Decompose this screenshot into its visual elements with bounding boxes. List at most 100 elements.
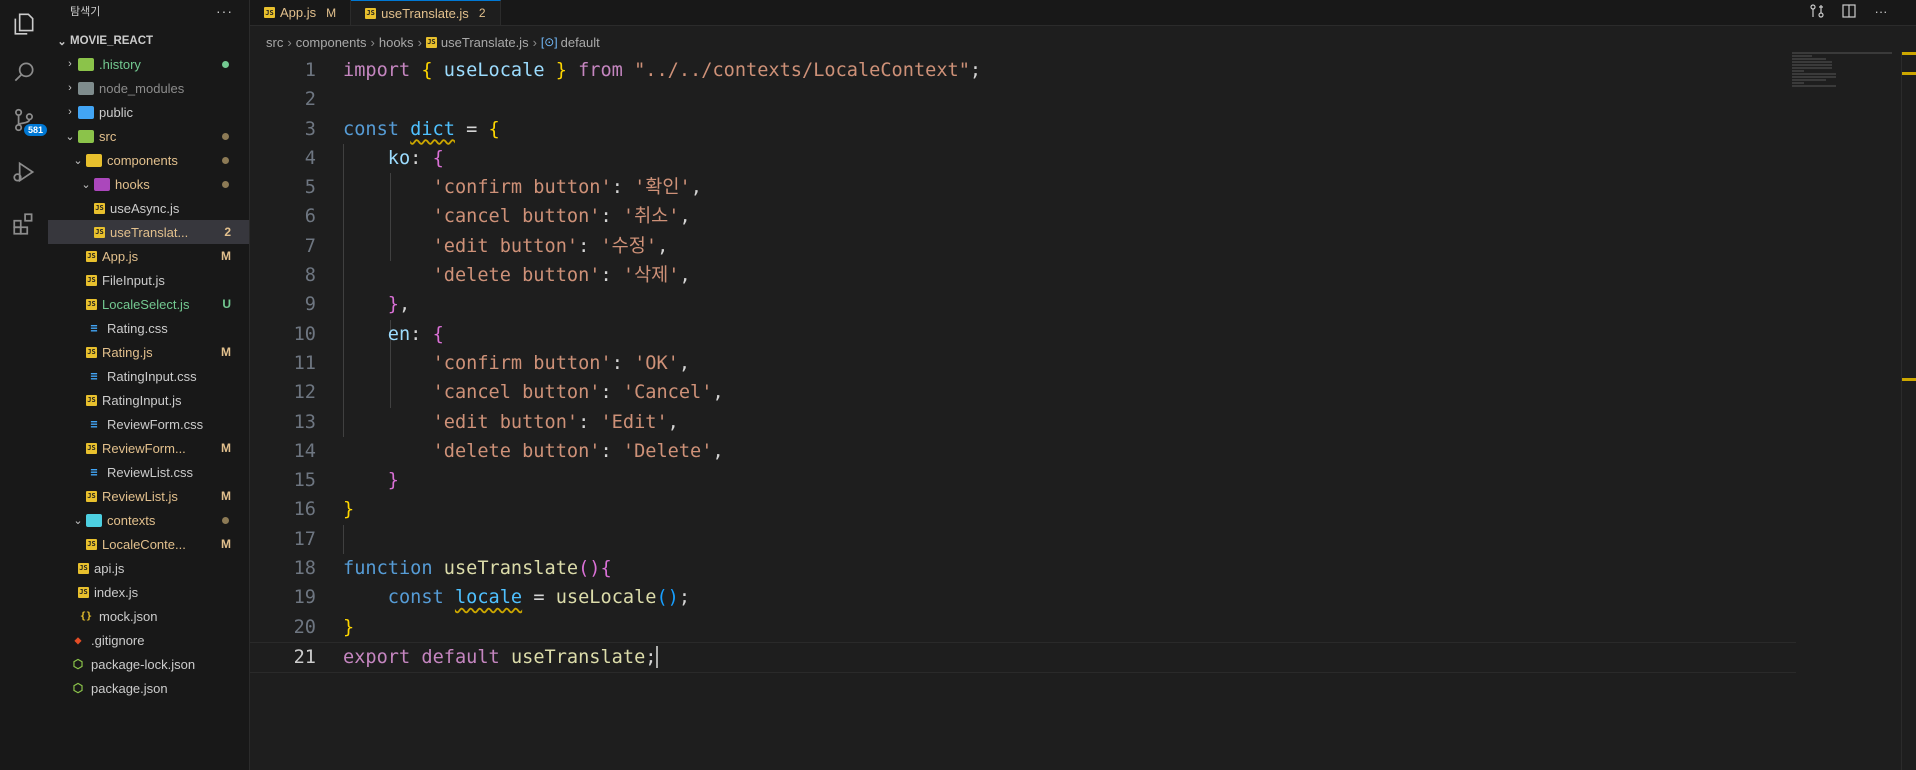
tree-file[interactable]: ≡ ReviewForm.css xyxy=(48,412,249,436)
tree-item-label: package.json xyxy=(91,680,168,696)
tree-file[interactable]: JS ReviewList.js M xyxy=(48,484,249,508)
explorer-icon[interactable] xyxy=(0,0,48,48)
code-token: import xyxy=(343,60,422,81)
more-actions-icon[interactable]: ··· xyxy=(1872,2,1890,20)
code-token: en xyxy=(387,323,411,345)
source-control-icon[interactable]: 581 xyxy=(0,96,48,144)
minimap-line xyxy=(1792,61,1832,63)
vertical-scrollbar[interactable] xyxy=(1901,52,1916,770)
git-status-badge: M xyxy=(221,249,231,263)
tree-folder[interactable]: › .history xyxy=(48,52,249,76)
tree-file[interactable]: ⬡ package.json xyxy=(48,676,249,700)
compare-changes-icon[interactable] xyxy=(1808,2,1826,20)
line-number: 21 xyxy=(293,646,316,668)
tree-file[interactable]: {} mock.json xyxy=(48,604,249,628)
tree-file[interactable]: ≡ Rating.css xyxy=(48,316,249,340)
folder-icon xyxy=(86,512,102,528)
tree-folder[interactable]: › public xyxy=(48,100,249,124)
run-debug-icon[interactable] xyxy=(0,148,48,196)
code-token: { xyxy=(432,323,444,345)
code-line[interactable]: 8 'delete button': '삭제', xyxy=(250,261,1916,290)
folder-icon xyxy=(78,80,94,96)
tree-file[interactable]: ⬡ package-lock.json xyxy=(48,652,249,676)
tree-file[interactable]: JS useTranslat... 2 xyxy=(48,220,249,244)
breadcrumb-item[interactable]: components xyxy=(296,35,367,50)
tree-file[interactable]: JS index.js xyxy=(48,580,249,604)
tree-item-label: public xyxy=(99,104,133,120)
project-root[interactable]: ⌄ MOVIE_REACT xyxy=(48,30,249,52)
code-line[interactable]: 9 }, xyxy=(250,290,1916,319)
tree-item-label: RatingInput.css xyxy=(107,368,197,384)
tree-file[interactable]: ≡ ReviewList.css xyxy=(48,460,249,484)
more-actions-button[interactable]: ··· xyxy=(216,3,233,19)
code-line[interactable]: 16} xyxy=(250,495,1916,524)
tree-file[interactable]: ≡ RatingInput.css xyxy=(48,364,249,388)
code-line[interactable]: 13 'edit button': 'Edit', xyxy=(250,408,1916,437)
code-line[interactable]: 11 'confirm button': 'OK', xyxy=(250,349,1916,378)
code-line[interactable]: 14 'delete button': 'Delete', xyxy=(250,437,1916,466)
breadcrumb-item[interactable]: default xyxy=(561,35,600,50)
tab-usetranslate-js[interactable]: JS useTranslate.js 2 xyxy=(351,0,501,25)
tree-file[interactable]: JS App.js M xyxy=(48,244,249,268)
code-line[interactable]: 3 const dict = { xyxy=(250,115,1916,144)
tree-folder[interactable]: ⌄ hooks xyxy=(48,172,249,196)
tree-file[interactable]: JS LocaleSelect.js U xyxy=(48,292,249,316)
breadcrumb-item[interactable]: src xyxy=(266,35,283,50)
code-token: : xyxy=(578,235,601,257)
code-token: : xyxy=(410,147,433,169)
code-line[interactable]: 10 en: { xyxy=(250,320,1916,349)
tree-folder[interactable]: ⌄ components xyxy=(48,148,249,172)
chevron-down-icon: ⌄ xyxy=(57,35,67,48)
code-line[interactable]: 7 'edit button': '수정', xyxy=(250,232,1916,261)
tree-file[interactable]: JS LocaleConte... M xyxy=(48,532,249,556)
minimap[interactable] xyxy=(1792,52,1902,112)
tree-file[interactable]: JS api.js xyxy=(48,556,249,580)
tree-file[interactable]: JS ReviewForm... M xyxy=(48,436,249,460)
code-line[interactable]: 2 xyxy=(250,85,1916,114)
breadcrumb-item[interactable]: hooks xyxy=(379,35,414,50)
explorer-title: 탐색기 xyxy=(70,6,101,18)
code-line[interactable]: 20} xyxy=(250,613,1916,642)
line-number: 5 xyxy=(304,177,316,199)
tab-app-js[interactable]: JS App.js M xyxy=(250,0,352,25)
css-file-icon: ≡ xyxy=(90,321,98,335)
code-line[interactable]: 1 import { useLocale } from "../../contex… xyxy=(250,56,1916,85)
code-content: 'confirm button': '확인', xyxy=(343,173,702,202)
code-line[interactable]: 6 'cancel button': '취소', xyxy=(250,202,1916,231)
code-line[interactable]: 5 'confirm button': '확인', xyxy=(250,173,1916,202)
code-token: , xyxy=(679,265,691,287)
tree-file[interactable]: ◆ .gitignore xyxy=(48,628,249,652)
tree-file[interactable]: JS Rating.js M xyxy=(48,340,249,364)
code-token: = xyxy=(454,118,489,140)
chevron-down-icon: ⌄ xyxy=(73,514,83,527)
code-line[interactable]: 17 xyxy=(250,525,1916,554)
extensions-icon[interactable] xyxy=(0,200,48,248)
code-token: () xyxy=(656,587,679,609)
tree-folder[interactable]: ⌄ contexts xyxy=(48,508,249,532)
code-line[interactable]: 15 } xyxy=(250,466,1916,495)
code-line[interactable]: 12 'cancel button': 'Cancel', xyxy=(250,378,1916,407)
split-editor-icon[interactable] xyxy=(1840,2,1858,20)
code-token: 'confirm button' xyxy=(432,352,612,374)
code-line[interactable]: 19 const locale = useLocale(); xyxy=(250,583,1916,612)
search-icon[interactable] xyxy=(0,48,48,96)
tree-file[interactable]: JS RatingInput.js xyxy=(48,388,249,412)
tree-file[interactable]: JS useAsync.js xyxy=(48,196,249,220)
breadcrumb-item[interactable]: useTranslate.js xyxy=(441,35,529,50)
code-token: , xyxy=(679,206,691,228)
minimap-line xyxy=(1792,79,1826,81)
tree-folder[interactable]: › node_modules xyxy=(48,76,249,100)
code-editor[interactable]: 1 import { useLocale } from "../../contex… xyxy=(250,56,1916,770)
code-line[interactable]: 21 export default useTranslate; xyxy=(250,641,1796,674)
code-line[interactable]: 18 function useTranslate(){ xyxy=(250,554,1916,583)
code-line[interactable]: 4 ko: { xyxy=(250,144,1916,173)
code-content: } xyxy=(343,495,354,524)
folder-icon xyxy=(94,176,110,192)
tree-folder[interactable]: ⌄ src xyxy=(48,124,249,148)
editor-tabs: JS App.js M JS useTranslate.js 2 ··· xyxy=(250,0,1916,26)
code-token: : xyxy=(600,440,623,462)
tree-file[interactable]: JS FileInput.js xyxy=(48,268,249,292)
code-content: export default useTranslate; xyxy=(343,643,659,672)
line-number: 15 xyxy=(293,470,316,492)
